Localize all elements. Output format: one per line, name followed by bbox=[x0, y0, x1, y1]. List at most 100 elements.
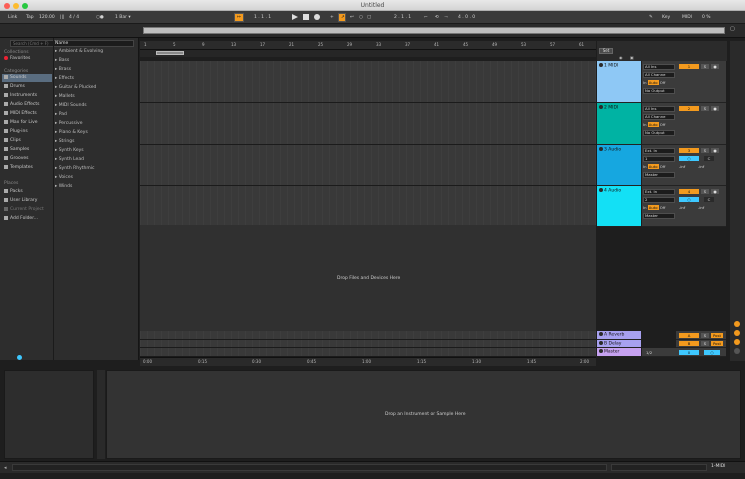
arm-icon[interactable]: ● bbox=[711, 189, 719, 194]
master-lane[interactable] bbox=[140, 348, 596, 357]
tempo-field[interactable]: 120.00 bbox=[37, 13, 57, 22]
track-name[interactable]: A Reverb bbox=[604, 333, 624, 338]
track-number-button[interactable]: 3 bbox=[679, 148, 699, 153]
list-item[interactable]: ▸ Piano & Keys bbox=[55, 129, 88, 136]
monitor-auto[interactable]: Auto bbox=[647, 80, 659, 85]
arm-icon[interactable]: ● bbox=[711, 106, 719, 111]
track-lane-1[interactable] bbox=[140, 61, 596, 103]
track-name[interactable]: 1 MIDI bbox=[604, 64, 618, 69]
track-name[interactable]: B Delay bbox=[604, 342, 621, 347]
tap-button[interactable]: Tap bbox=[24, 13, 36, 22]
sends-toggle-icon[interactable]: ▣ bbox=[630, 55, 634, 60]
category-plug-ins[interactable]: Plug-ins bbox=[4, 128, 28, 136]
loop-brace-lane[interactable] bbox=[140, 50, 596, 57]
return-letter-button[interactable]: A bbox=[679, 333, 699, 338]
quantize-select[interactable]: 1 Bar ▾ bbox=[113, 13, 133, 22]
midi-from-select[interactable]: All Ins bbox=[643, 106, 675, 112]
audio-from-select[interactable]: Ext. In bbox=[643, 148, 675, 154]
category-max-for-live[interactable]: Max for Live bbox=[4, 119, 38, 127]
list-item[interactable]: ▸ Mallets bbox=[55, 93, 75, 100]
list-item[interactable]: ▸ Synth Keys bbox=[55, 147, 84, 154]
monitor-in[interactable]: In bbox=[643, 122, 647, 127]
midi-map-button[interactable]: MIDI bbox=[680, 13, 694, 22]
monitor-auto[interactable]: Auto bbox=[647, 122, 659, 127]
drop-zone[interactable]: Drop Files and Devices Here bbox=[140, 225, 596, 331]
monitor-in[interactable]: In bbox=[643, 205, 647, 210]
draw-mode-icon[interactable]: ✎ bbox=[647, 13, 655, 22]
loop-length-field[interactable]: 4 . 0 . 0 bbox=[456, 13, 477, 22]
track-activator-icon[interactable] bbox=[599, 105, 603, 109]
solo-button[interactable]: S bbox=[701, 189, 709, 194]
list-item[interactable]: ▸ Pad bbox=[55, 111, 67, 118]
return-header-b[interactable]: B Delay bbox=[597, 340, 641, 348]
return-letter-button[interactable]: B bbox=[679, 341, 699, 346]
track-header-1[interactable]: 1 MIDI bbox=[597, 61, 641, 103]
track-name[interactable]: 2 MIDI bbox=[604, 106, 618, 111]
channel-select[interactable]: All Channe bbox=[643, 72, 675, 78]
list-item[interactable]: ▸ Bass bbox=[55, 57, 69, 64]
monitor-c-button[interactable]: C bbox=[704, 197, 714, 202]
list-item[interactable]: ▸ Synth Rhythmic bbox=[55, 165, 95, 172]
solo-button[interactable]: S bbox=[701, 64, 709, 69]
arrangement-overview[interactable]: ▢ bbox=[0, 24, 745, 38]
monitor-off[interactable]: Off bbox=[660, 122, 666, 127]
output-select[interactable]: No Output bbox=[643, 130, 675, 136]
track-number-button[interactable]: 1 bbox=[679, 64, 699, 69]
link-button[interactable]: Link bbox=[6, 13, 19, 22]
cue-out-select[interactable]: 1/2 bbox=[646, 350, 652, 355]
minimize-window-icon[interactable] bbox=[13, 3, 19, 9]
collection-favorites[interactable]: Favorites bbox=[4, 55, 30, 63]
category-clips[interactable]: Clips bbox=[4, 137, 21, 145]
selected-track-label[interactable]: 1-MIDI bbox=[711, 464, 726, 469]
master-pan-knob[interactable]: ○ bbox=[704, 350, 720, 355]
output-select[interactable]: Master bbox=[643, 172, 675, 178]
category-audio-effects[interactable]: Audio Effects bbox=[4, 101, 40, 109]
category-instruments[interactable]: Instruments bbox=[4, 92, 37, 100]
key-map-button[interactable]: Key bbox=[660, 13, 672, 22]
list-item[interactable]: ▸ Percussive bbox=[55, 120, 82, 127]
volume-readout[interactable]: -inf bbox=[679, 164, 685, 169]
fit-view-icon[interactable] bbox=[734, 339, 740, 345]
category-sounds[interactable]: Sounds bbox=[2, 74, 52, 82]
track-name[interactable]: 3 Audio bbox=[604, 148, 621, 153]
overview-zoom-icon[interactable] bbox=[734, 348, 740, 354]
audio-from-select[interactable]: Ext. In bbox=[643, 189, 675, 195]
category-grooves[interactable]: Grooves bbox=[4, 155, 29, 163]
close-window-icon[interactable] bbox=[4, 3, 10, 9]
zoom-in-icon[interactable] bbox=[734, 321, 740, 327]
track-activator-icon[interactable] bbox=[599, 63, 603, 67]
channel-select[interactable]: 2 bbox=[643, 197, 675, 203]
track-name[interactable]: 4 Audio bbox=[604, 189, 621, 194]
solo-button[interactable]: S bbox=[701, 341, 709, 346]
a-send-knob[interactable]: ○ bbox=[679, 197, 699, 202]
volume-readout[interactable]: -inf bbox=[679, 205, 685, 210]
track-lane-4[interactable] bbox=[140, 186, 596, 227]
loop-brace[interactable] bbox=[156, 51, 184, 55]
monitor-in[interactable]: In bbox=[643, 80, 647, 85]
track-header-4[interactable]: 4 Audio bbox=[597, 186, 641, 227]
name-column-header[interactable]: Name bbox=[55, 41, 68, 46]
post-button[interactable]: Post bbox=[711, 341, 723, 346]
monitor-auto[interactable]: Auto bbox=[647, 164, 659, 169]
return-header-a[interactable]: A Reverb bbox=[597, 331, 641, 340]
list-item[interactable]: ▸ Effects bbox=[55, 75, 74, 82]
session-record-icon[interactable]: ▢ bbox=[365, 13, 373, 22]
track-activator-icon[interactable] bbox=[599, 332, 603, 336]
place-add-folder[interactable]: Add Folder... bbox=[4, 215, 38, 223]
channel-select[interactable]: 1 bbox=[643, 156, 675, 162]
overdub-button[interactable]: + bbox=[328, 13, 336, 22]
overview-toggle-icon[interactable]: ▢ bbox=[730, 26, 735, 32]
track-activator-icon[interactable] bbox=[599, 341, 603, 345]
song-position-field[interactable]: 1 . 1 . 1 bbox=[252, 13, 273, 22]
monitor-off[interactable]: Off bbox=[660, 164, 666, 169]
device-view-panel[interactable]: Drop an Instrument or Sample Here bbox=[106, 370, 741, 459]
time-signature-field[interactable]: 4 / 4 bbox=[67, 13, 81, 22]
return-lanes[interactable] bbox=[140, 331, 596, 357]
list-item[interactable]: ▸ Synth Lead bbox=[55, 156, 84, 163]
solo-button[interactable]: S bbox=[701, 333, 709, 338]
track-number-button[interactable]: 4 bbox=[679, 189, 699, 194]
time-ruler[interactable]: 0:00 0:15 0:30 0:45 1:00 1:15 1:30 1:45 … bbox=[140, 357, 596, 366]
track-activator-icon[interactable] bbox=[599, 188, 603, 192]
list-item[interactable]: ▸ Voices bbox=[55, 174, 73, 181]
return-lane-a[interactable] bbox=[140, 331, 596, 340]
